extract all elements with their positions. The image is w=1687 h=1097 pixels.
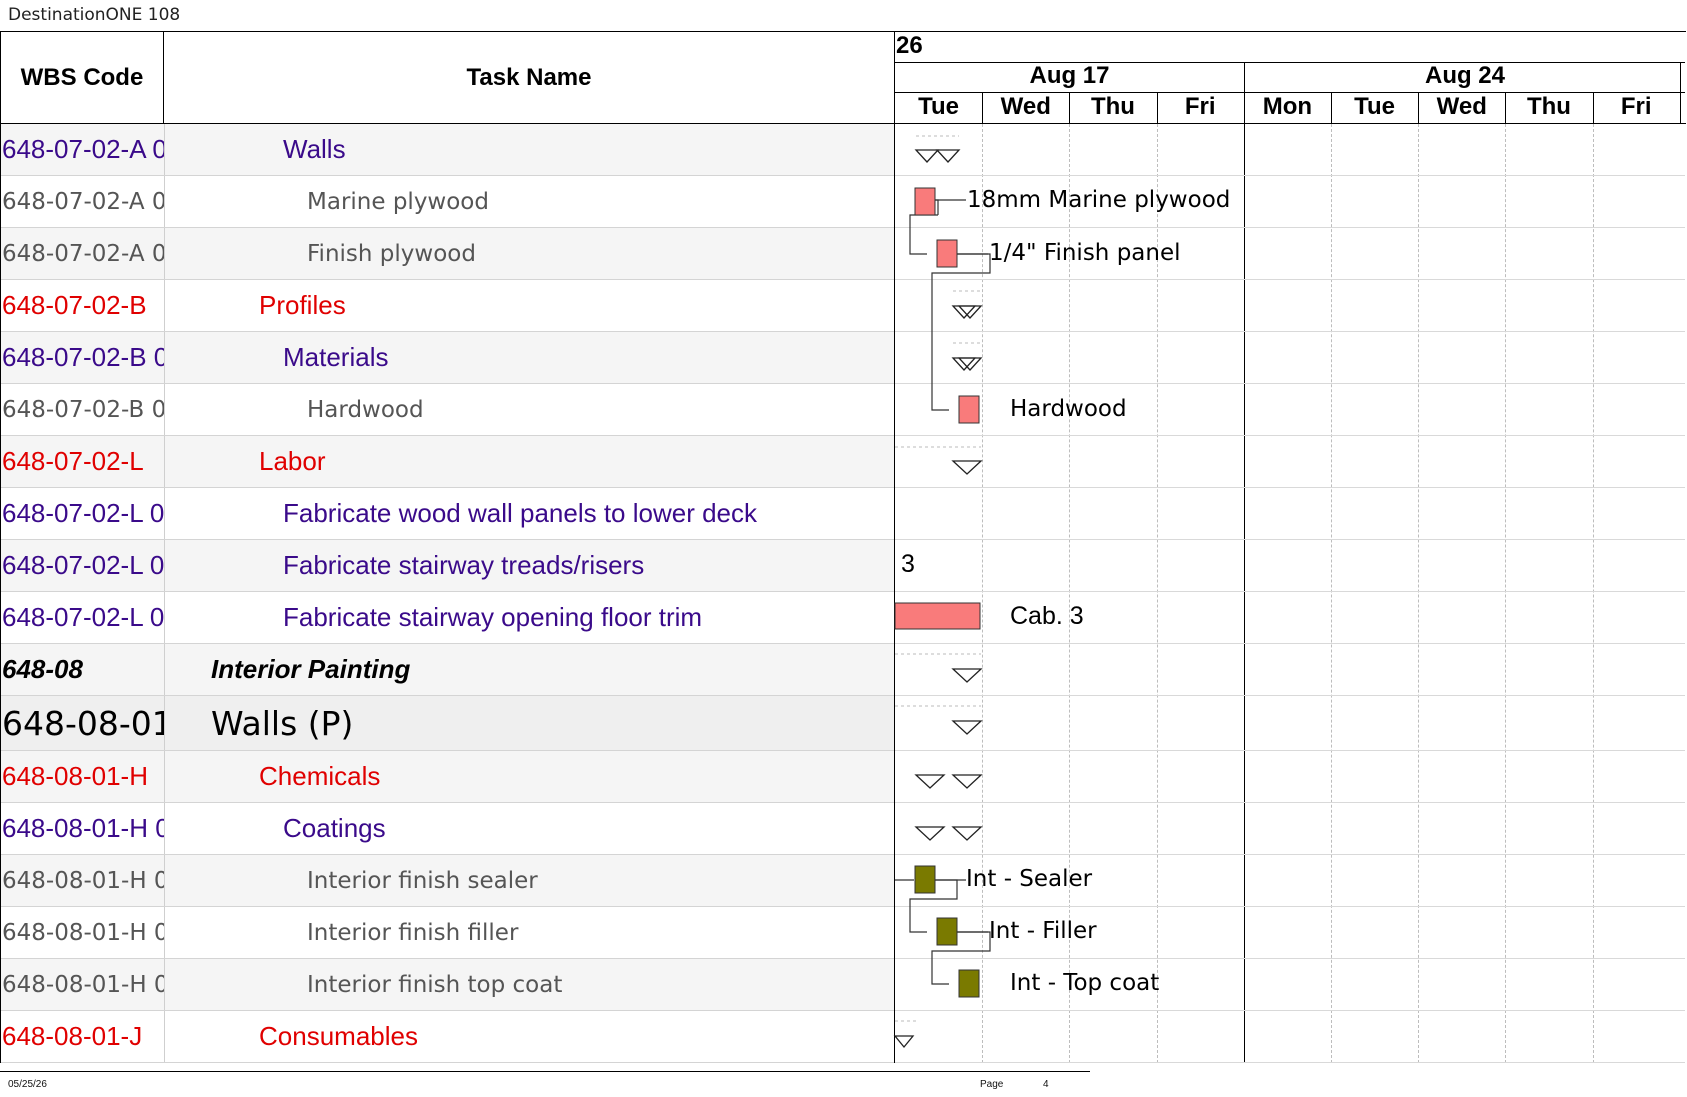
summary-marker-icon xyxy=(951,668,983,683)
bar-label-finish-panel: 1/4" Finish panel xyxy=(989,240,1181,266)
footer-page-number: 4 xyxy=(1043,1079,1049,1090)
task-bar-finish-plywood[interactable] xyxy=(936,239,958,268)
summary-marker-icon xyxy=(951,720,983,735)
bar-label-floor-trim: Cab. 3 xyxy=(1010,602,1084,630)
task-bar-topcoat[interactable] xyxy=(958,969,980,998)
footer-rule xyxy=(0,1071,1090,1072)
bar-label-hardwood: Hardwood xyxy=(1010,396,1127,422)
bar-label-marine-plywood: 18mm Marine plywood xyxy=(967,187,1231,213)
summary-marker-icon xyxy=(935,149,961,163)
dependency-connector xyxy=(931,253,991,411)
gantt-chart xyxy=(893,135,991,1049)
bar-label-treads: 3 xyxy=(901,550,915,578)
footer-page-label: Page xyxy=(980,1079,1004,1090)
summary-marker-icon xyxy=(893,1035,915,1049)
task-bar-floor-trim[interactable] xyxy=(894,602,981,630)
summary-marker-icon xyxy=(914,826,946,841)
summary-marker-icon xyxy=(914,774,946,789)
task-bar-sealer[interactable] xyxy=(914,865,936,894)
task-bar-marine-plywood[interactable] xyxy=(914,187,936,216)
summary-marker-icon xyxy=(951,460,983,475)
task-bar-hardwood[interactable] xyxy=(958,395,980,424)
bar-label-topcoat: Int - Top coat xyxy=(1010,970,1160,996)
summary-marker-icon xyxy=(951,774,983,789)
bar-label-sealer: Int - Sealer xyxy=(966,866,1093,892)
task-bar-filler[interactable] xyxy=(936,917,958,946)
dependency-connector xyxy=(909,214,938,255)
footer-date: 05/25/26 xyxy=(8,1079,47,1090)
bar-label-filler: Int - Filler xyxy=(989,918,1097,944)
summary-marker-icon xyxy=(951,826,983,841)
summary-marker-icon xyxy=(914,149,940,163)
